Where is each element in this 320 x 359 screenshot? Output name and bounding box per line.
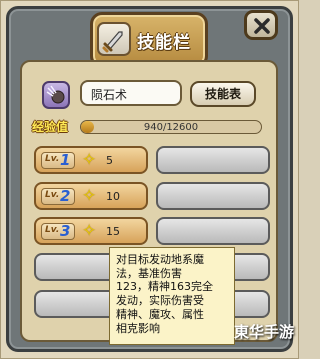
sword-icon: [97, 22, 131, 56]
sparkle-icon: ✧: [82, 150, 97, 170]
tooltip-line: 精神、魔攻、属性: [116, 307, 204, 321]
skill-tooltip: 对目标发动地系魔 法，基准伤害 123，精神163完全 发动，实际伤害受 精神、…: [109, 247, 235, 345]
experience-value: 940/12600: [143, 122, 199, 133]
experience-label: 经验值: [32, 120, 69, 134]
level-prefix: Lv.: [45, 154, 60, 164]
skill-slot-empty[interactable]: [156, 217, 270, 245]
slot-value: 10: [106, 190, 120, 203]
close-icon: [254, 18, 270, 34]
skill-name-field: 陨石术: [80, 80, 182, 106]
experience-bar: 940/12600: [80, 120, 262, 134]
skill-slot-3[interactable]: Lv. 3 ✧ 15: [34, 217, 148, 245]
level-badge: Lv. 1: [41, 151, 75, 169]
skill-slot-empty[interactable]: [156, 182, 270, 210]
tooltip-line: 法，基准伤害: [116, 266, 182, 280]
meteor-icon[interactable]: [42, 81, 70, 109]
skill-slot-empty[interactable]: [156, 146, 270, 174]
level-badge: Lv. 2: [41, 187, 75, 205]
level-number: 2: [60, 187, 71, 205]
level-prefix: Lv.: [45, 225, 60, 235]
skill-list-button[interactable]: 技能表: [190, 81, 256, 107]
level-badge: Lv. 3: [41, 222, 75, 240]
tooltip-line: 123，精神163完全: [116, 280, 213, 294]
level-prefix: Lv.: [45, 190, 60, 200]
tooltip-line: 相克影响: [116, 321, 160, 335]
skill-slot-2[interactable]: Lv. 2 ✧ 10: [34, 182, 148, 210]
slot-value: 15: [106, 225, 120, 238]
sparkle-icon: ✧: [82, 221, 97, 241]
close-button[interactable]: [244, 10, 278, 40]
level-number: 3: [60, 222, 71, 240]
level-number: 1: [60, 151, 71, 169]
tooltip-line: 对目标发动地系魔: [116, 253, 204, 266]
watermark-logo: 東华手游: [234, 323, 295, 341]
sparkle-icon: ✧: [82, 186, 97, 206]
window-title: 技能栏: [137, 33, 191, 53]
slot-value: 5: [106, 154, 113, 167]
tooltip-line: 发动，实际伤害受: [116, 294, 204, 308]
skill-slot-1[interactable]: Lv. 1 ✧ 5: [34, 146, 148, 174]
